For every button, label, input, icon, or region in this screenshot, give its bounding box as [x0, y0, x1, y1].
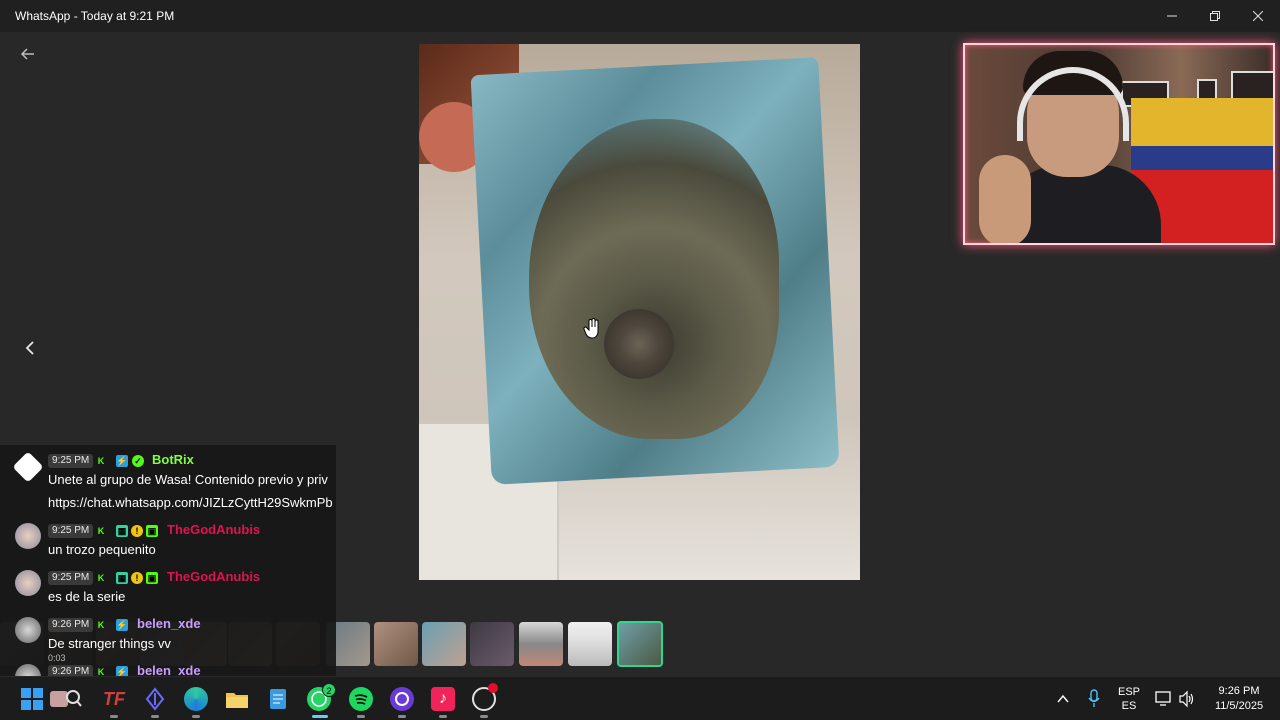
hand-cursor-icon: [583, 318, 601, 340]
streamer-arm: [979, 155, 1031, 243]
taskbar-running-indicator: [110, 715, 118, 718]
gift-badge-icon: !: [131, 525, 143, 537]
chat-message: 9:25 PM K ⚡ ✓ BotRix Unete al grupo de W…: [0, 451, 336, 513]
media-thumbnail[interactable]: [519, 622, 563, 666]
kick-badge-icon: K: [97, 526, 105, 536]
tray-overflow-button[interactable]: [1055, 677, 1071, 720]
subscriber-badge-icon: ▦: [116, 525, 128, 537]
arrow-left-icon: [20, 48, 34, 60]
gift-badge-icon: !: [131, 572, 143, 584]
tiktok-icon[interactable]: ♪: [431, 687, 455, 711]
clock-date: 11/5/2025: [1214, 700, 1264, 712]
close-icon: [1252, 10, 1264, 22]
media-image[interactable]: [419, 44, 860, 580]
maximize-button[interactable]: [1193, 0, 1237, 32]
window-title: WhatsApp - Today at 9:21 PM: [15, 9, 175, 23]
windows-taskbar: TF 2 ♪ ESP ES 9:26 PM 11/5/2025: [0, 676, 1280, 720]
chat-timestamp: 9:25 PM: [48, 454, 94, 468]
volume-icon: [1179, 690, 1194, 708]
chat-username: BotRix: [152, 452, 194, 467]
back-button[interactable]: [16, 42, 40, 66]
chat-message: 9:25 PM K ▦ ! ▣ TheGodAnubis un trozo pe…: [0, 522, 336, 563]
chat-username: belen_xde: [137, 616, 201, 631]
subscriber-badge-icon: ⚡: [116, 619, 128, 631]
minimize-icon: [1167, 15, 1177, 17]
chat-text: De stranger things vv: [48, 636, 171, 651]
title-bar: WhatsApp - Today at 9:21 PM: [0, 0, 1280, 32]
notepad-icon[interactable]: [266, 687, 290, 711]
chevron-up-icon: [1057, 694, 1069, 703]
search-icon[interactable]: [50, 687, 82, 711]
user-avatar: [15, 570, 41, 596]
input-language-sub: ES: [1121, 700, 1137, 712]
whatsapp-window: WhatsApp - Today at 9:21 PM 9:25 PM K ⚡ …: [0, 0, 1280, 720]
sub-gift-icon: ▣: [146, 525, 158, 537]
kick-badge-icon: K: [97, 573, 105, 583]
photo-mushroom-cap: [604, 309, 674, 379]
previous-media-button[interactable]: [20, 338, 40, 358]
chat-message: 9:26 PM K ⚡ belen_xde De stranger things…: [0, 616, 336, 663]
obs-icon[interactable]: [472, 683, 498, 711]
subscriber-badge-icon: ▦: [116, 572, 128, 584]
chat-message: 9:25 PM K ▦ ! ▣ TheGodAnubis es de la se…: [0, 569, 336, 610]
chat-timestamp: 9:26 PM: [48, 618, 94, 632]
crypto-app-icon[interactable]: [143, 687, 167, 711]
file-explorer-icon[interactable]: [225, 687, 249, 711]
windows-start-icon[interactable]: [20, 687, 44, 711]
media-thumbnail[interactable]: [422, 622, 466, 666]
flag-stripe-blue: [1131, 146, 1273, 170]
webcam-overlay: [963, 43, 1275, 245]
taskbar-running-indicator: [439, 715, 447, 718]
minimize-button[interactable]: [1150, 0, 1194, 32]
user-avatar: [15, 523, 41, 549]
tf-app-icon[interactable]: TF: [102, 687, 126, 711]
verified-badge-icon: ✓: [132, 455, 144, 467]
media-thumbnail-selected[interactable]: [617, 621, 663, 667]
user-avatar: [15, 617, 41, 643]
taskbar-running-indicator: [151, 715, 159, 718]
bot-badge-icon: ⚡: [116, 455, 128, 467]
media-thumbnail[interactable]: [470, 622, 514, 666]
taskbar-running-indicator: [357, 715, 365, 718]
kick-badge-icon: K: [97, 620, 105, 630]
taskbar-active-indicator: [312, 715, 328, 718]
taskbar-running-indicator: [480, 715, 488, 718]
kick-badge-icon: K: [97, 456, 105, 466]
sub-gift-icon: ▣: [146, 572, 158, 584]
wall-picture-frame: [1231, 71, 1273, 101]
app-circle-icon[interactable]: [390, 687, 414, 711]
chat-timestamp: 9:25 PM: [48, 524, 94, 538]
input-language[interactable]: ESP: [1114, 686, 1144, 698]
microphone-icon: [1088, 689, 1100, 707]
media-thumbnail[interactable]: [374, 622, 418, 666]
bot-avatar: [12, 451, 44, 483]
chat-timestamp: 9:25 PM: [48, 571, 94, 585]
network-icon: [1155, 691, 1171, 706]
clock-time[interactable]: 9:26 PM: [1208, 685, 1270, 697]
chevron-left-icon: [25, 341, 34, 355]
media-thumbnail[interactable]: [568, 622, 612, 666]
spotify-icon[interactable]: [349, 687, 373, 711]
stream-chat-overlay: 9:25 PM K ⚡ ✓ BotRix Unete al grupo de W…: [0, 445, 336, 680]
chat-text: un trozo pequenito: [48, 542, 156, 557]
network-button[interactable]: [1155, 677, 1173, 720]
photo-bag-contents: [529, 119, 779, 439]
volume-button[interactable]: [1178, 677, 1196, 720]
chat-link[interactable]: https://chat.whatsapp.com/JIZLzCyttH29Sw…: [48, 495, 333, 511]
taskbar-running-indicator: [192, 715, 200, 718]
recording-dot: [488, 683, 498, 693]
taskbar-running-indicator: [398, 715, 406, 718]
chat-username: TheGodAnubis: [167, 569, 261, 584]
edge-browser-icon[interactable]: [184, 687, 208, 711]
whatsapp-unread-badge: 2: [322, 683, 336, 697]
maximize-icon: [1210, 11, 1220, 21]
flag-stripe-yellow: [1131, 98, 1273, 146]
chat-text: es de la serie: [48, 589, 126, 604]
chat-text: Unete al grupo de Wasa! Contenido previo…: [48, 472, 328, 487]
microphone-button[interactable]: [1086, 677, 1102, 720]
chat-username: TheGodAnubis: [167, 522, 261, 537]
close-button[interactable]: [1236, 0, 1280, 32]
